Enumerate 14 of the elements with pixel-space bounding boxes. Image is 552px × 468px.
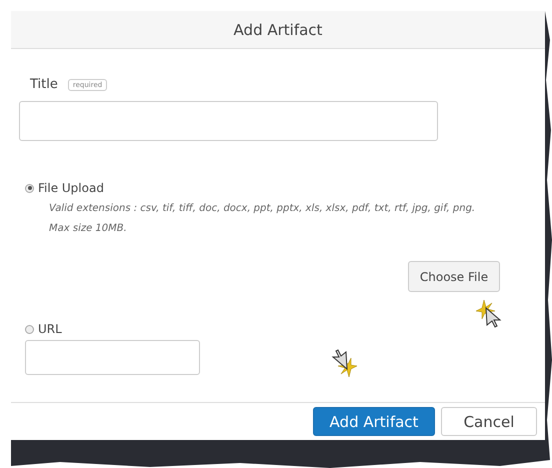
click-cursor-icon [329,349,359,379]
radio-button[interactable] [25,324,34,334]
field-label: Title [30,77,58,92]
title-input-field[interactable] [19,101,438,141]
dialog-title: Add Artifact [11,11,545,49]
add-artifact-button[interactable]: Add Artifact [313,407,435,436]
url-input-field[interactable] [25,340,200,375]
click-cursor-icon [474,298,504,328]
radio-button[interactable] [25,184,34,192]
radio-label: File Upload [38,181,104,195]
choose-file-button[interactable]: Choose File [408,261,500,292]
radio-label: URL [38,322,62,336]
help-text: Valid extensions : csv, tif, tiff, doc, docx, ppt, pptx, xls, xlsx, pdf, txt, rtf, jpg, gif, png. Max size 10MB. [49,202,476,236]
cancel-button[interactable]: Cancel [441,407,537,436]
